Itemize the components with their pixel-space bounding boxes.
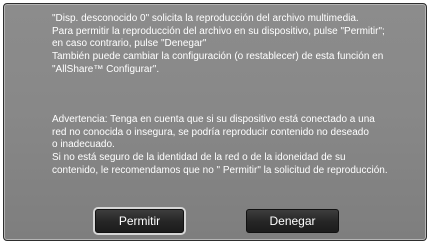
message-line: "Disp. desconocido 0" solicita la reprod… [52,13,359,24]
warning-line: red no conocida o insegura, se podría re… [52,126,369,138]
warning-message: Advertencia: Tenga en cuenta que si su d… [52,114,412,178]
warning-line: Advertencia: Tenga en cuenta que si su d… [52,114,375,125]
screen: "Disp. desconocido 0" solicita la reprod… [0,0,431,245]
request-message: "Disp. desconocido 0" solicita la reprod… [52,13,412,77]
deny-button[interactable]: Denegar [246,209,339,233]
message-line: También puede cambiar la configuración (… [52,51,384,63]
message-line: Para permitir la reproducción del archiv… [52,25,385,37]
allow-button[interactable]: Permitir [95,209,184,233]
message-line: en caso contrario, pulse "Denegar" [52,38,207,50]
warning-line: o inadecuado. [52,139,115,151]
warning-line: contenido, le recomendamos que no " Perm… [52,164,388,176]
media-permission-dialog: "Disp. desconocido 0" solicita la reprod… [3,3,427,241]
warning-line: Si no está seguro de la identidad de la … [52,152,346,164]
message-line: "AllShare™ Configurar". [52,63,160,75]
